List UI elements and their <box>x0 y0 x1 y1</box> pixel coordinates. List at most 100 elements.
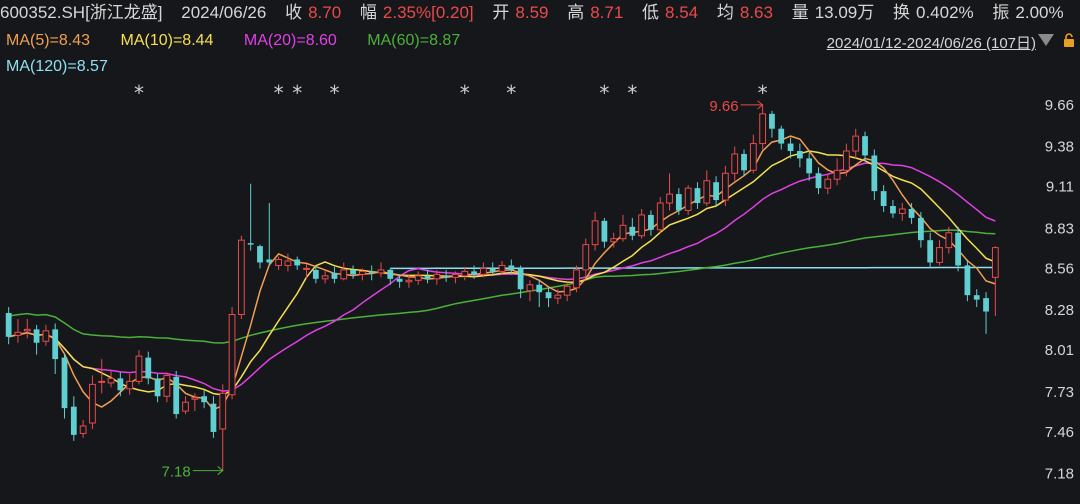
candle-body <box>945 232 953 249</box>
candle-body <box>769 113 775 129</box>
candle-body <box>5 313 12 337</box>
candle-body <box>955 232 961 266</box>
candle-body <box>638 214 646 237</box>
candle-body <box>563 285 571 296</box>
y-tick-label: 9.66 <box>1045 97 1074 114</box>
candle-body <box>703 180 711 204</box>
candle-body <box>862 136 868 156</box>
candle-body <box>908 208 915 218</box>
candle-body <box>414 275 422 281</box>
candle-body <box>387 269 394 279</box>
candle-body <box>340 269 348 280</box>
candle-body <box>890 205 896 214</box>
candle-body <box>656 202 664 231</box>
candle-body <box>824 178 832 189</box>
candle-body <box>759 113 767 145</box>
candle-body <box>98 380 106 383</box>
candle-body <box>275 259 282 266</box>
candle-body <box>917 217 924 241</box>
candle-body <box>89 383 96 424</box>
candle-body <box>517 268 524 290</box>
candle-body <box>898 208 906 214</box>
candle-body <box>554 294 562 299</box>
candle-body <box>573 269 580 289</box>
candle-body <box>526 284 534 292</box>
candle-body <box>331 272 338 279</box>
candle-body <box>61 357 68 409</box>
candle-body <box>228 313 236 396</box>
candle-body <box>396 278 403 282</box>
candle-body <box>117 378 124 391</box>
candle-body <box>191 397 199 400</box>
low-price-label: 7.18 <box>162 464 191 481</box>
candle-body <box>321 275 329 280</box>
candle-body <box>23 328 31 332</box>
candle-body <box>461 270 469 277</box>
candle-body <box>880 191 887 206</box>
y-tick-label: 7.18 <box>1045 466 1074 483</box>
candle-body <box>833 169 841 180</box>
candle-body <box>629 226 636 236</box>
candle-body <box>498 264 506 272</box>
candle-body <box>749 143 757 171</box>
y-tick-label: 8.83 <box>1045 220 1074 237</box>
candle-body <box>778 128 785 144</box>
candle-body <box>843 150 850 171</box>
candle-body <box>368 271 375 273</box>
candle-body <box>70 406 77 435</box>
candle-body <box>424 275 431 279</box>
candle-body <box>964 265 971 296</box>
candle-body <box>79 425 87 434</box>
candle-body <box>126 380 134 390</box>
candle-body <box>377 269 385 274</box>
candle-body <box>201 396 208 403</box>
candle-body <box>33 329 40 343</box>
y-tick-label: 8.56 <box>1045 260 1074 277</box>
candle-body <box>806 158 813 174</box>
candle-body <box>284 260 292 266</box>
candle-body <box>973 295 980 300</box>
candle-body <box>182 401 189 412</box>
candle-body <box>163 374 171 397</box>
candle-body <box>405 279 413 283</box>
candle-body <box>452 273 459 278</box>
event-star-marker: * <box>274 81 284 105</box>
candle-body <box>731 153 739 174</box>
candle-body <box>145 357 152 379</box>
ma20-line <box>8 162 996 392</box>
candle-body <box>684 187 692 211</box>
y-tick-label: 7.46 <box>1045 424 1074 441</box>
candle-body <box>210 403 217 432</box>
candle-body <box>666 193 673 204</box>
candle-body <box>619 224 627 240</box>
candle-body <box>479 267 487 275</box>
candle-body <box>815 173 822 189</box>
event-star-marker: * <box>506 81 516 105</box>
y-tick-label: 9.11 <box>1046 179 1074 196</box>
candle-body <box>42 330 50 342</box>
event-star-marker: * <box>292 81 302 105</box>
candle-body <box>350 269 356 275</box>
y-tick-label: 9.38 <box>1045 139 1074 156</box>
candle-body <box>871 155 878 192</box>
candle-body <box>648 214 654 230</box>
candlestick-chart[interactable]: 9.66 9.38 9.11 8.83 8.56 8.28 8.01 7.73 7.46 7.18… <box>0 0 1080 504</box>
candle-body <box>787 143 794 151</box>
candle-body <box>536 284 543 293</box>
candle-body <box>52 329 59 360</box>
candle-body <box>294 259 301 266</box>
y-tick-label: 8.01 <box>1045 342 1074 359</box>
candle-body <box>582 244 590 271</box>
y-tick-label: 7.73 <box>1045 384 1074 401</box>
candle-body <box>983 298 989 312</box>
candle-body <box>14 331 22 336</box>
candle-body <box>713 182 719 201</box>
candle-body <box>675 194 682 211</box>
candle-body <box>545 292 552 299</box>
candle-body <box>173 376 180 415</box>
event-star-marker: * <box>758 81 768 105</box>
high-price-label: 9.66 <box>709 98 738 115</box>
candle-body <box>936 247 943 263</box>
candle-body <box>433 273 441 280</box>
candle-body <box>991 247 999 278</box>
